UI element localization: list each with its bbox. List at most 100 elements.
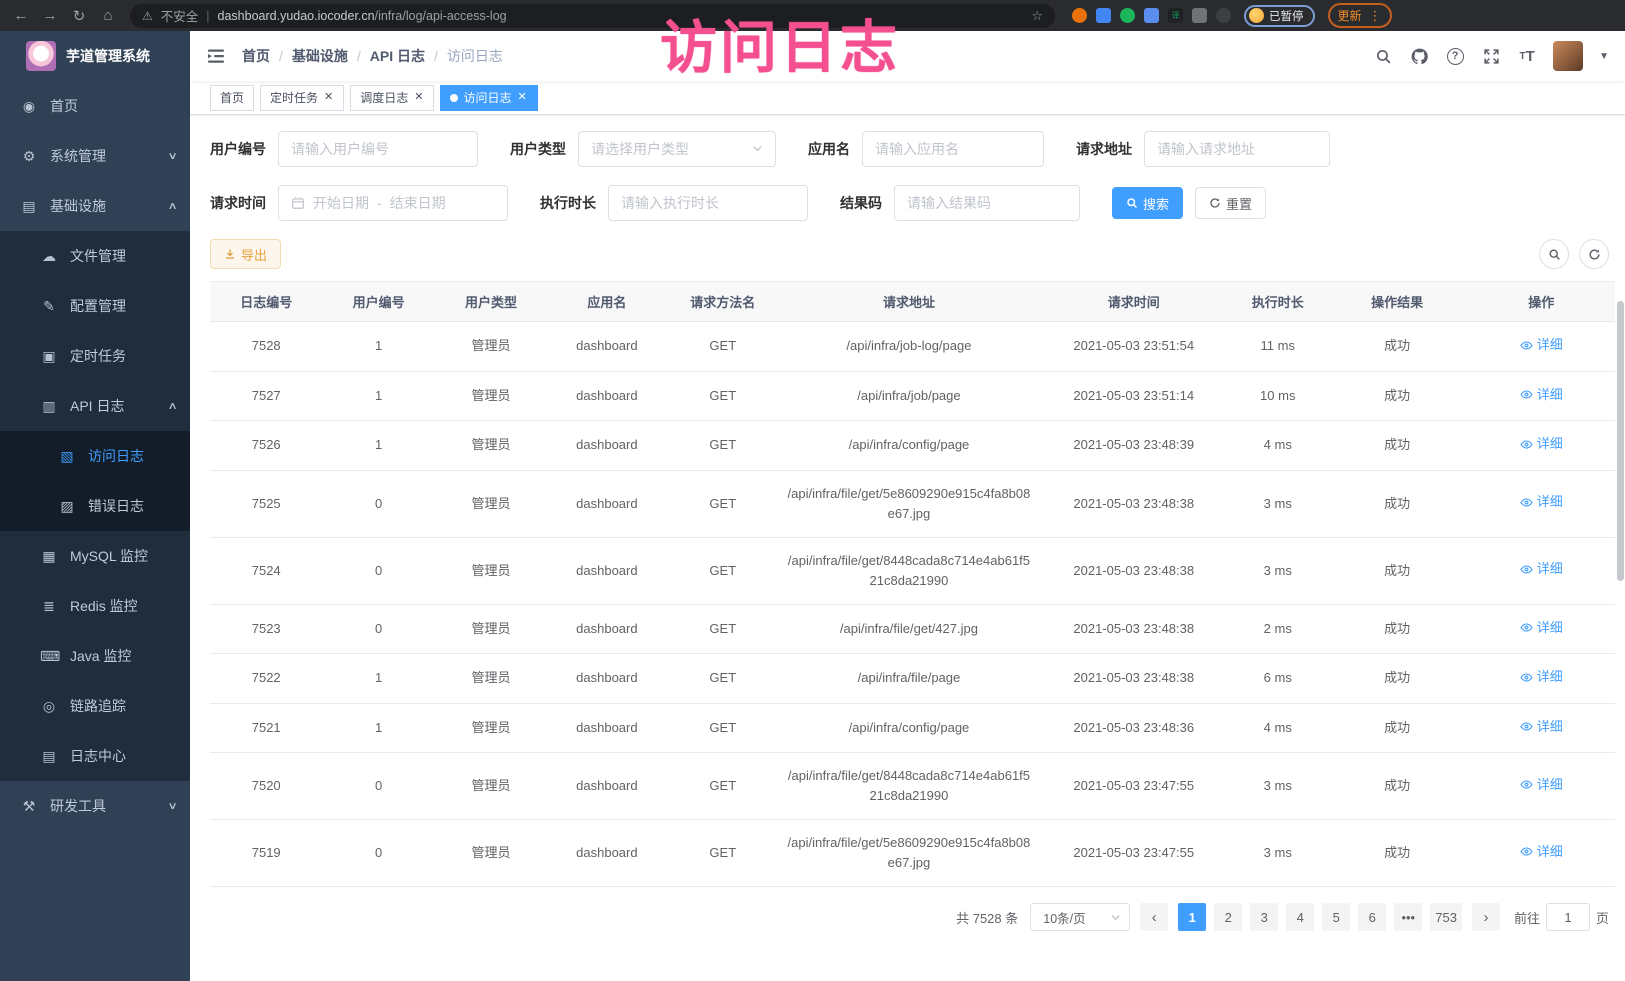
- detail-link[interactable]: 详细: [1520, 559, 1563, 579]
- browser-back-icon[interactable]: ←: [10, 7, 32, 24]
- cell-user-id: 0: [322, 753, 434, 820]
- tag-schedule-log[interactable]: 调度日志 ✕: [350, 85, 434, 111]
- duration-input[interactable]: [608, 185, 808, 221]
- browser-home-icon[interactable]: ⌂: [97, 7, 119, 24]
- detail-link[interactable]: 详细: [1520, 492, 1563, 512]
- sidebar-item-redis-monitor[interactable]: ≣ Redis 监控: [0, 581, 190, 631]
- search-icon[interactable]: [1373, 46, 1393, 66]
- result-code-input[interactable]: [894, 185, 1080, 221]
- breadcrumb-item[interactable]: 基础设施 /: [292, 46, 361, 66]
- caret-down-icon[interactable]: ▼: [1599, 51, 1609, 62]
- breadcrumb-item[interactable]: API 日志 /: [370, 46, 438, 66]
- sidebar-item-file-mgmt[interactable]: ☁ 文件管理: [0, 231, 190, 281]
- browser-forward-icon[interactable]: →: [39, 7, 61, 24]
- table-row: 7519 0 管理员 dashboard GET /api/infra/file…: [210, 820, 1615, 887]
- extension-paw-icon[interactable]: [1216, 8, 1231, 23]
- page-button[interactable]: •••: [1394, 903, 1422, 931]
- java-monitor-icon: ⌨: [40, 648, 58, 665]
- sidebar-item-config-mgmt[interactable]: ✎ 配置管理: [0, 281, 190, 331]
- user-id-input[interactable]: [278, 131, 478, 167]
- page-button[interactable]: 3: [1250, 903, 1278, 931]
- extension-blue-icon[interactable]: [1096, 8, 1111, 23]
- help-icon[interactable]: ?: [1445, 46, 1465, 66]
- extension-badge-icon[interactable]: 译: [1168, 8, 1183, 23]
- dashboard-icon: ◉: [20, 98, 38, 115]
- page-button[interactable]: 1: [1178, 903, 1206, 931]
- detail-link[interactable]: 详细: [1520, 385, 1563, 405]
- search-button[interactable]: 搜索: [1112, 187, 1183, 219]
- detail-link[interactable]: 详细: [1520, 717, 1563, 737]
- font-size-icon[interactable]: TT: [1517, 46, 1537, 66]
- page-button[interactable]: 5: [1322, 903, 1350, 931]
- toggle-search-button[interactable]: [1539, 239, 1569, 269]
- address-bar[interactable]: ⚠ 不安全 | dashboard.yudao.iocoder.cn/infra…: [130, 4, 1055, 28]
- extension-puzzle-icon[interactable]: [1144, 8, 1159, 23]
- extension-gray-icon[interactable]: [1192, 8, 1207, 23]
- extension-orange-icon[interactable]: [1072, 8, 1087, 23]
- breadcrumb-item[interactable]: 首页 /: [242, 46, 283, 66]
- page-button[interactable]: 4: [1286, 903, 1314, 931]
- cell-actions: 详细: [1467, 470, 1615, 537]
- pagination: 共 7528 条 10条/页 ‹ 123456•••753 › 前往 页: [210, 903, 1609, 931]
- browser-reload-icon[interactable]: ↻: [68, 7, 90, 25]
- reset-button[interactable]: 重置: [1195, 187, 1266, 219]
- github-icon[interactable]: [1409, 46, 1429, 66]
- browser-update-button[interactable]: 更新 ⋮: [1328, 3, 1392, 28]
- export-button[interactable]: 导出: [210, 239, 281, 269]
- sidebar-item-home[interactable]: ◉ 首页: [0, 81, 190, 131]
- app-logo-row[interactable]: 芋道管理系统: [0, 31, 190, 81]
- cell-app-name: dashboard: [547, 537, 666, 604]
- scrollbar-thumb[interactable]: [1617, 301, 1624, 581]
- page-button[interactable]: 753: [1430, 903, 1462, 931]
- tag-close-icon[interactable]: ✕: [323, 91, 334, 104]
- sidebar-item-infrastructure[interactable]: ▤ 基础设施 ∧: [0, 181, 190, 231]
- column-header: 请求时间: [1039, 282, 1229, 322]
- sidebar-item-access-log[interactable]: ▧ 访问日志: [0, 431, 190, 481]
- sidebar-item-api-log[interactable]: ▥ API 日志 ∧: [0, 381, 190, 431]
- sidebar-item-java-monitor[interactable]: ⌨ Java 监控: [0, 631, 190, 681]
- sidebar-item-scheduled-jobs[interactable]: ▣ 定时任务: [0, 331, 190, 381]
- sidebar-item-trace[interactable]: ◎ 链路追踪: [0, 681, 190, 731]
- tag-home[interactable]: 首页: [210, 85, 254, 111]
- user-type-select[interactable]: 请选择用户类型: [578, 131, 776, 167]
- tag-access-log[interactable]: 访问日志 ✕: [440, 85, 537, 111]
- detail-link[interactable]: 详细: [1520, 842, 1563, 862]
- bookmark-star-icon[interactable]: ☆: [1031, 8, 1043, 24]
- browser-profile-chip[interactable]: 已暂停: [1244, 5, 1315, 27]
- edit-icon: ✎: [40, 298, 58, 315]
- cell-app-name: dashboard: [547, 604, 666, 654]
- filter-row-1: 用户编号 用户类型 请选择用户类型 应用名: [210, 131, 1615, 167]
- next-page-button[interactable]: ›: [1472, 903, 1500, 931]
- page-button[interactable]: 2: [1214, 903, 1242, 931]
- sidebar-item-system-mgmt[interactable]: ⚙ 系统管理 ∨: [0, 131, 190, 181]
- tag-scheduled-jobs[interactable]: 定时任务 ✕: [260, 85, 344, 111]
- browser-menu-icon[interactable]: ⋮: [1369, 8, 1382, 24]
- tag-close-icon[interactable]: ✕: [517, 91, 528, 104]
- sidebar-item-error-log[interactable]: ▨ 错误日志: [0, 481, 190, 531]
- fullscreen-icon[interactable]: [1481, 46, 1501, 66]
- request-url-input[interactable]: [1144, 131, 1330, 167]
- hamburger-icon[interactable]: [206, 46, 226, 66]
- sidebar-item-mysql-monitor[interactable]: ▦ MySQL 监控: [0, 531, 190, 581]
- tag-close-icon[interactable]: ✕: [413, 91, 424, 104]
- detail-link[interactable]: 详细: [1520, 667, 1563, 687]
- detail-link[interactable]: 详细: [1520, 335, 1563, 355]
- extension-green-icon[interactable]: [1120, 8, 1135, 23]
- detail-link[interactable]: 详细: [1520, 775, 1563, 795]
- page-button[interactable]: 6: [1358, 903, 1386, 931]
- refresh-button[interactable]: [1579, 239, 1609, 269]
- detail-link[interactable]: 详细: [1520, 618, 1563, 638]
- sidebar-item-log-center[interactable]: ▤ 日志中心: [0, 731, 190, 781]
- sidebar-item-dev-tools[interactable]: ⚒ 研发工具 ∨: [0, 781, 190, 831]
- page-size-select[interactable]: 10条/页: [1030, 903, 1130, 931]
- user-avatar[interactable]: [1553, 41, 1583, 71]
- prev-page-button[interactable]: ‹: [1140, 903, 1168, 931]
- cell-result: 成功: [1327, 753, 1468, 820]
- breadcrumb-item[interactable]: 访问日志 /: [447, 46, 503, 66]
- app-name-input[interactable]: [862, 131, 1044, 167]
- detail-link[interactable]: 详细: [1520, 434, 1563, 454]
- cell-request-time: 2021-05-03 23:47:55: [1039, 820, 1229, 887]
- goto-page-input[interactable]: [1546, 903, 1590, 931]
- profile-paused-label: 已暂停: [1269, 8, 1304, 24]
- request-time-range-picker[interactable]: 开始日期 - 结束日期: [278, 185, 508, 221]
